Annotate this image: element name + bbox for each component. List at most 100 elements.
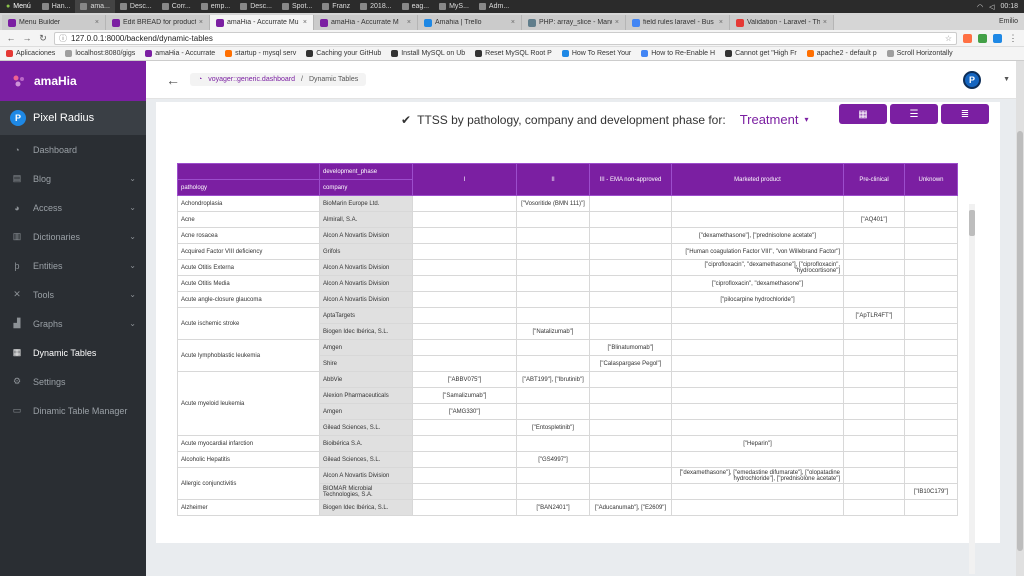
bookmark-item[interactable]: How to Re-Enable H [641,50,715,57]
taskbar-window[interactable]: eag... [397,0,435,13]
page-scrollbar[interactable] [1016,61,1024,576]
phase-cell [589,227,672,244]
sidebar-item-dictionaries[interactable]: ▥ Dictionaries ⌄ [0,222,146,251]
browser-menu-icon[interactable]: ⋮ [1008,33,1018,44]
bookmark-item[interactable]: Reset MySQL Root P [475,50,552,57]
sidebar-item-dynamic-tables[interactable]: ▦ Dynamic Tables [0,338,146,367]
taskbar-window[interactable]: Desc... [235,0,277,13]
phase-cell: ["dexamethasone"], ["emedastine difumara… [671,467,844,484]
taskbar-window[interactable]: Han... [37,0,76,13]
sidebar-item-entities[interactable]: þ Entities ⌄ [0,251,146,280]
bookmark-item[interactable]: Caching your GitHub [306,50,381,57]
reload-icon[interactable]: ↻ [38,33,48,44]
forward-arrow-icon[interactable]: → [22,33,32,43]
list-view-button[interactable]: ☰ [890,104,938,124]
close-icon[interactable]: × [407,19,411,26]
table-scrollbar[interactable] [969,204,975,574]
back-arrow-icon[interactable]: ← [166,72,180,88]
browser-tab[interactable]: amaHia - Accurrate Mu × [210,15,314,30]
favicon-icon [6,50,13,57]
treatment-dropdown[interactable]: Treatment [740,112,799,127]
bookmark-item[interactable]: How To Reset Your [561,50,631,57]
sidebar-item-access[interactable]: ◕ Access ⌄ [0,193,146,222]
taskbar-window[interactable]: Adm... [474,0,514,13]
wifi-icon[interactable]: ◠ [977,3,983,11]
caret-down-icon[interactable]: ▾ [804,115,808,124]
extension-icon[interactable] [978,33,987,43]
url-input[interactable]: ⓘ 127.0.0.1:8000/backend/dynamic-tables … [54,31,957,45]
pathology-cell: Acute angle-closure glaucoma [177,291,320,308]
bookmark-item[interactable]: apache2 - default p [806,50,877,57]
tools-icon: ✕ [13,289,21,299]
bookmark-item[interactable]: Cannot get "High Fr [725,50,797,57]
taskbar-window[interactable]: Corr... [157,0,196,13]
sidebar-item-blog[interactable]: ▤ Blog ⌄ [0,164,146,193]
taskbar-window[interactable]: 2018... [355,0,396,13]
sidebar-item-graphs[interactable]: ▟ Graphs ⌄ [0,309,146,338]
browser-tab[interactable]: field rules laravel - Bus × [626,15,730,30]
bookmark-item[interactable]: amaHia - Accurrate [145,50,215,57]
browser-tab[interactable]: Edit BREAD for product × [106,15,210,30]
column-header[interactable]: Marketed product [671,163,844,196]
sidebar-item-dinamic-table-manager[interactable]: ▭ Dinamic Table Manager [0,396,146,425]
clock[interactable]: 00:18 [1000,3,1018,10]
browser-tab[interactable]: Menu Builder × [2,15,106,30]
table-row: Alcoholic Hepatitis Gilead Sciences, S.L.… [177,451,958,468]
bookmark-item[interactable]: Install MySQL on Ub [391,50,465,57]
close-icon[interactable]: × [823,19,827,26]
extension-icon[interactable] [963,33,972,43]
taskbar-window[interactable]: Spot... [277,0,317,13]
browser-tab[interactable]: Amahia | Trello × [418,15,522,30]
close-icon[interactable]: × [719,19,723,26]
breadcrumb-dashboard-link[interactable]: voyager::generic.dashboard [208,76,295,83]
brand-header[interactable]: amaHia [0,61,146,101]
bookmark-item[interactable]: localhost:8080/gigs [65,50,135,57]
phase-cell [412,211,517,228]
close-icon[interactable]: × [95,19,99,26]
close-icon[interactable]: × [303,19,307,26]
browser-tab[interactable]: PHP: array_slice - Manu × [522,15,626,30]
scrollbar-thumb[interactable] [969,210,975,236]
column-header[interactable]: pathology [177,179,320,196]
taskbar-window[interactable]: Desc... [115,0,157,13]
taskbar-window[interactable]: MyS... [434,0,474,13]
table-view-button[interactable]: ▦ [839,104,887,124]
volume-icon[interactable]: ◁ [989,3,994,11]
table-container[interactable]: development_phase I II III - EMA non-approv… [177,163,967,533]
browser-tab[interactable]: Validation - Laravel - Th × [730,15,834,30]
column-header[interactable]: I [412,163,517,196]
close-icon[interactable]: × [615,19,619,26]
bookmark-item[interactable]: Scroll Horizontally [886,50,953,57]
taskbar-window-label: ama... [90,3,110,10]
browser-tab[interactable]: amaHia - Accurrate M × [314,15,418,30]
sidebar-item-tools[interactable]: ✕ Tools ⌄ [0,280,146,309]
taskbar-window[interactable]: emp... [196,0,235,13]
bar-chart-icon: ▟ [13,318,21,328]
app-icon [161,3,169,10]
back-arrow-icon[interactable]: ← [6,33,16,43]
extension-icon[interactable] [993,33,1002,43]
close-icon[interactable]: × [511,19,515,26]
app-icon [240,3,248,10]
bookmark-item[interactable]: startup - mysql serv [225,50,296,57]
compact-view-button[interactable]: ≣ [941,104,989,124]
close-icon[interactable]: × [199,19,203,26]
os-menu-button[interactable]: ● Menú [0,3,37,10]
bookmark-item[interactable]: Aplicaciones [6,50,55,57]
column-header[interactable]: II [516,163,590,196]
bookmark-star-icon[interactable]: ☆ [945,34,952,43]
column-header[interactable]: company [319,179,413,196]
taskbar-window[interactable]: ama... [75,0,115,13]
caret-down-icon[interactable]: ▼ [1003,76,1010,83]
browser-profile[interactable]: Emilio [993,18,1024,25]
scrollbar-thumb[interactable] [1017,131,1023,551]
user-avatar[interactable]: P [963,70,982,89]
taskbar-window[interactable]: Franz [317,0,355,13]
column-header[interactable]: III - EMA non-approved [589,163,672,196]
column-header[interactable]: Unknown [904,163,958,196]
phase-cell [671,307,844,324]
sidebar-item-settings[interactable]: ⚙ Settings [0,367,146,396]
profile-block[interactable]: P Pixel Radius [0,101,146,135]
sidebar-item-dashboard[interactable]: ◔ Dashboard [0,135,146,164]
column-header[interactable]: Pre-clinical [843,163,905,196]
